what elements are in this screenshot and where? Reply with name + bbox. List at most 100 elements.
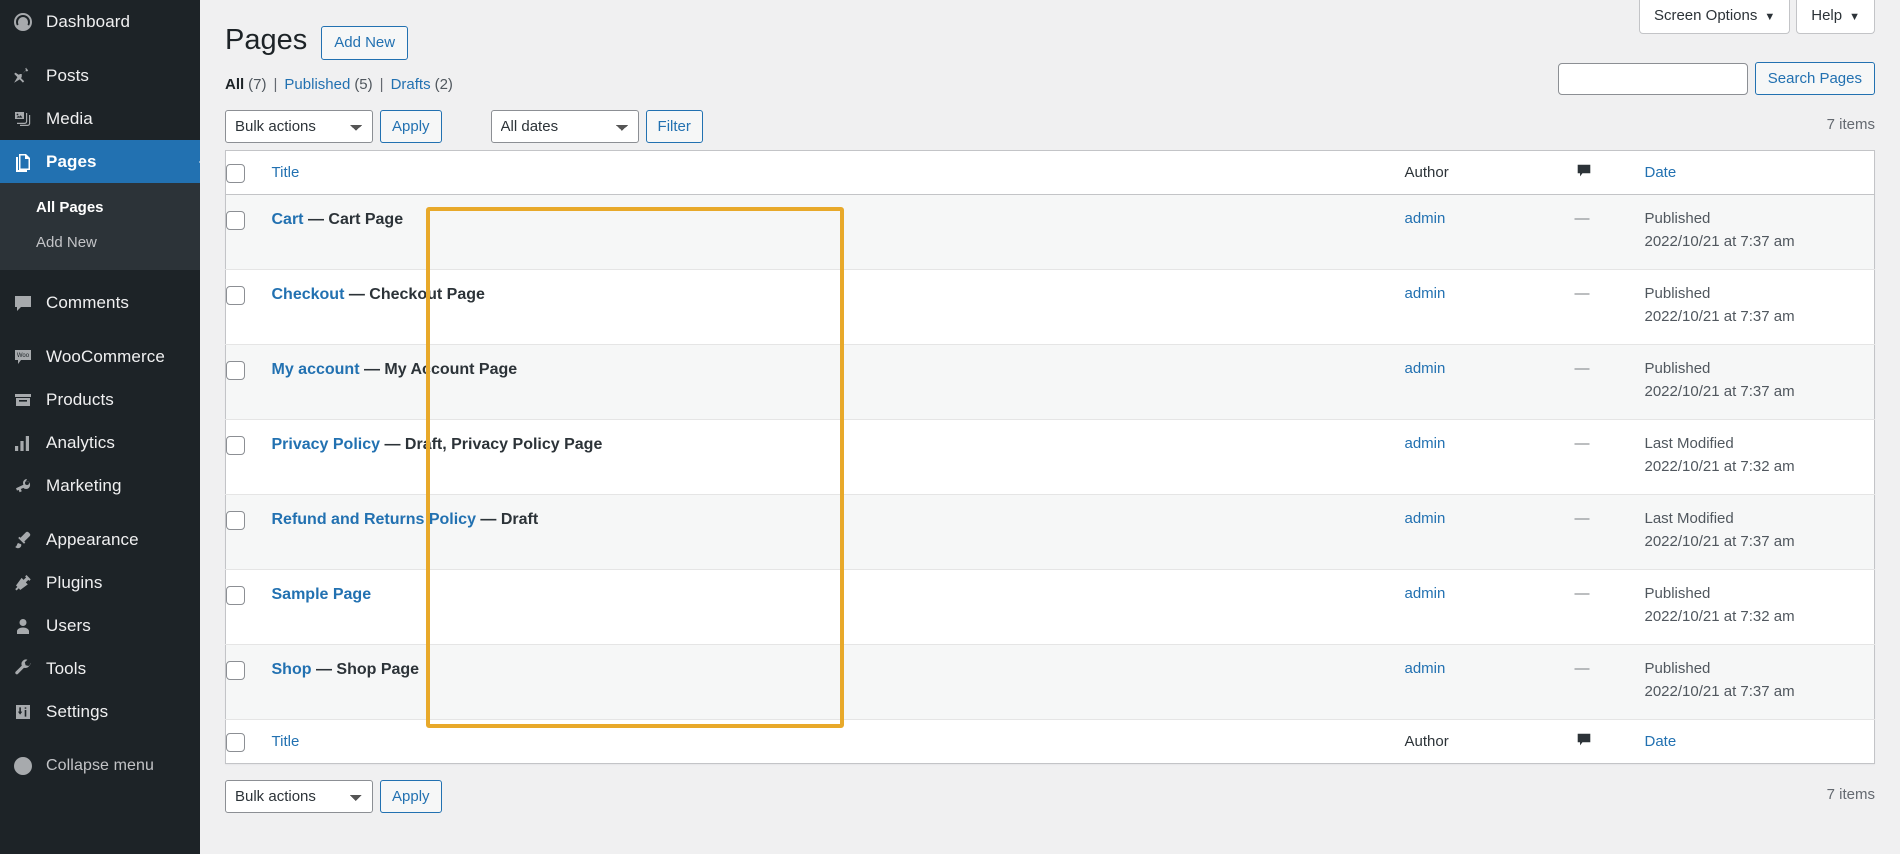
page-title-link[interactable]: Shop (272, 661, 312, 678)
sidebar-item-products[interactable]: Products (0, 378, 200, 421)
submenu-item-all-pages[interactable]: All Pages (0, 191, 200, 226)
page-title-link[interactable]: Checkout (272, 286, 345, 303)
sidebar-item-tools[interactable]: Tools (0, 647, 200, 690)
author-link[interactable]: admin (1405, 510, 1446, 527)
bulk-actions-select-top[interactable]: Bulk actionsEditMove to Trash (225, 109, 373, 143)
row-date-cell: Published 2022/10/21 at 7:37 am (1644, 644, 1875, 721)
column-date-link[interactable]: Date (1645, 164, 1677, 181)
author-link[interactable]: admin (1405, 435, 1446, 452)
author-link[interactable]: admin (1405, 210, 1446, 227)
sidebar-item-dashboard[interactable]: Dashboard (0, 0, 200, 43)
row-comments-cell: — (1574, 419, 1645, 496)
row-checkbox[interactable] (226, 285, 245, 305)
row-checkbox[interactable] (226, 435, 245, 455)
chevron-down-icon: ▼ (1849, 11, 1860, 23)
view-published-link[interactable]: Published (284, 74, 350, 97)
column-footer-comments[interactable] (1574, 719, 1645, 764)
page-title: Pages (225, 24, 308, 56)
table-row: Privacy Policy — Draft, Privacy Policy P… (225, 419, 1875, 496)
pin-icon (12, 65, 34, 87)
sidebar-item-media[interactable]: Media (0, 97, 200, 140)
author-link[interactable]: admin (1405, 660, 1446, 677)
sidebar-item-label: Products (46, 390, 114, 409)
sidebar-item-posts[interactable]: Posts (0, 54, 200, 97)
row-date-cell: Published 2022/10/21 at 7:32 am (1644, 569, 1875, 646)
sidebar-item-plugins[interactable]: Plugins (0, 561, 200, 604)
author-link[interactable]: admin (1405, 285, 1446, 302)
column-author-label: Author (1404, 164, 1449, 182)
sidebar-separator (0, 43, 200, 54)
table-header-row: Title Author Date (225, 150, 1875, 196)
column-header-title[interactable]: Title (271, 150, 1405, 196)
select-all-checkbox-top[interactable] (226, 164, 245, 184)
view-all[interactable]: All (7) (225, 74, 267, 97)
row-checkbox[interactable] (226, 585, 245, 605)
author-link[interactable]: admin (1405, 360, 1446, 377)
view-published-count: (5) (354, 75, 373, 93)
displaying-num-top: 7 items (1826, 116, 1875, 134)
column-title-link-bottom[interactable]: Title (272, 733, 300, 750)
screen-options-button[interactable]: Screen Options ▼ (1638, 0, 1791, 34)
submenu-item-label: Add New (36, 233, 97, 251)
date-value: 2022/10/21 at 7:37 am (1644, 682, 1795, 700)
column-footer-date[interactable]: Date (1644, 719, 1875, 764)
column-footer-title[interactable]: Title (271, 719, 1405, 764)
help-button[interactable]: Help ▼ (1796, 0, 1875, 34)
comment-count: — (1574, 660, 1590, 678)
select-all-checkbox-bottom[interactable] (226, 733, 245, 753)
products-icon (12, 389, 34, 411)
sidebar-item-woocommerce[interactable]: Woo WooCommerce (0, 335, 200, 378)
row-comments-cell: — (1574, 494, 1645, 571)
author-link[interactable]: admin (1405, 585, 1446, 602)
row-checkbox[interactable] (226, 510, 245, 530)
view-all-link[interactable]: All (225, 74, 244, 97)
select-all-footer (225, 719, 272, 764)
comment-bubble-icon (1575, 731, 1593, 747)
search-pages-button[interactable]: Search Pages (1754, 62, 1875, 95)
sidebar-item-label: Comments (46, 293, 129, 312)
row-checkbox[interactable] (226, 660, 245, 680)
sidebar-item-pages[interactable]: Pages (0, 140, 200, 183)
apply-button-top[interactable]: Apply (380, 109, 442, 143)
row-checkbox-cell (225, 194, 272, 271)
sidebar-item-label: Settings (46, 702, 109, 721)
view-published[interactable]: Published (5) (284, 74, 372, 97)
row-checkbox[interactable] (226, 360, 245, 380)
sidebar-item-comments[interactable]: Comments (0, 281, 200, 324)
submenu-item-add-new[interactable]: Add New (0, 226, 200, 261)
table-row: Cart — Cart Page admin — Published 2022/10/2… (225, 194, 1875, 271)
page-title-link[interactable]: Refund and Returns Policy (272, 511, 476, 528)
view-drafts[interactable]: Drafts (2) (391, 74, 453, 97)
date-filter-select[interactable]: All datesOctober 2022 (490, 109, 639, 143)
search-input[interactable] (1557, 62, 1748, 95)
column-header-comments[interactable] (1574, 150, 1645, 196)
views-divider: | (273, 75, 278, 93)
sidebar-item-marketing[interactable]: Marketing (0, 464, 200, 507)
svg-text:Woo: Woo (17, 353, 30, 359)
sidebar-item-settings[interactable]: Settings (0, 690, 200, 733)
column-date-link-bottom[interactable]: Date (1645, 733, 1677, 750)
sidebar-item-users[interactable]: Users (0, 604, 200, 647)
collapse-menu-button[interactable]: Collapse menu (0, 744, 200, 787)
view-drafts-link[interactable]: Drafts (391, 74, 431, 97)
filter-button[interactable]: Filter (645, 109, 703, 143)
page-title-link[interactable]: Cart (272, 211, 304, 228)
page-title-link[interactable]: Privacy Policy (272, 436, 381, 453)
page-title-link[interactable]: My account (272, 361, 360, 378)
analytics-icon (12, 432, 34, 454)
add-new-button[interactable]: Add New (321, 25, 409, 60)
page-title-link[interactable]: Sample Page (272, 586, 372, 603)
post-state-label: — Draft (475, 511, 539, 529)
row-checkbox[interactable] (226, 210, 245, 230)
apply-button-bottom[interactable]: Apply (380, 779, 442, 813)
sidebar-item-analytics[interactable]: Analytics (0, 421, 200, 464)
column-header-date[interactable]: Date (1644, 150, 1875, 196)
date-status: Last Modified (1644, 510, 1734, 528)
screen-meta-links: Screen Options ▼ Help ▼ (1638, 0, 1875, 34)
sidebar-item-appearance[interactable]: Appearance (0, 518, 200, 561)
column-title-link[interactable]: Title (272, 164, 300, 181)
bulk-actions-select-bottom[interactable]: Bulk actionsEditMove to Trash (225, 779, 373, 813)
collapse-arrow-icon (12, 755, 34, 777)
row-checkbox-cell (225, 344, 272, 421)
row-author-cell: admin (1404, 269, 1575, 346)
